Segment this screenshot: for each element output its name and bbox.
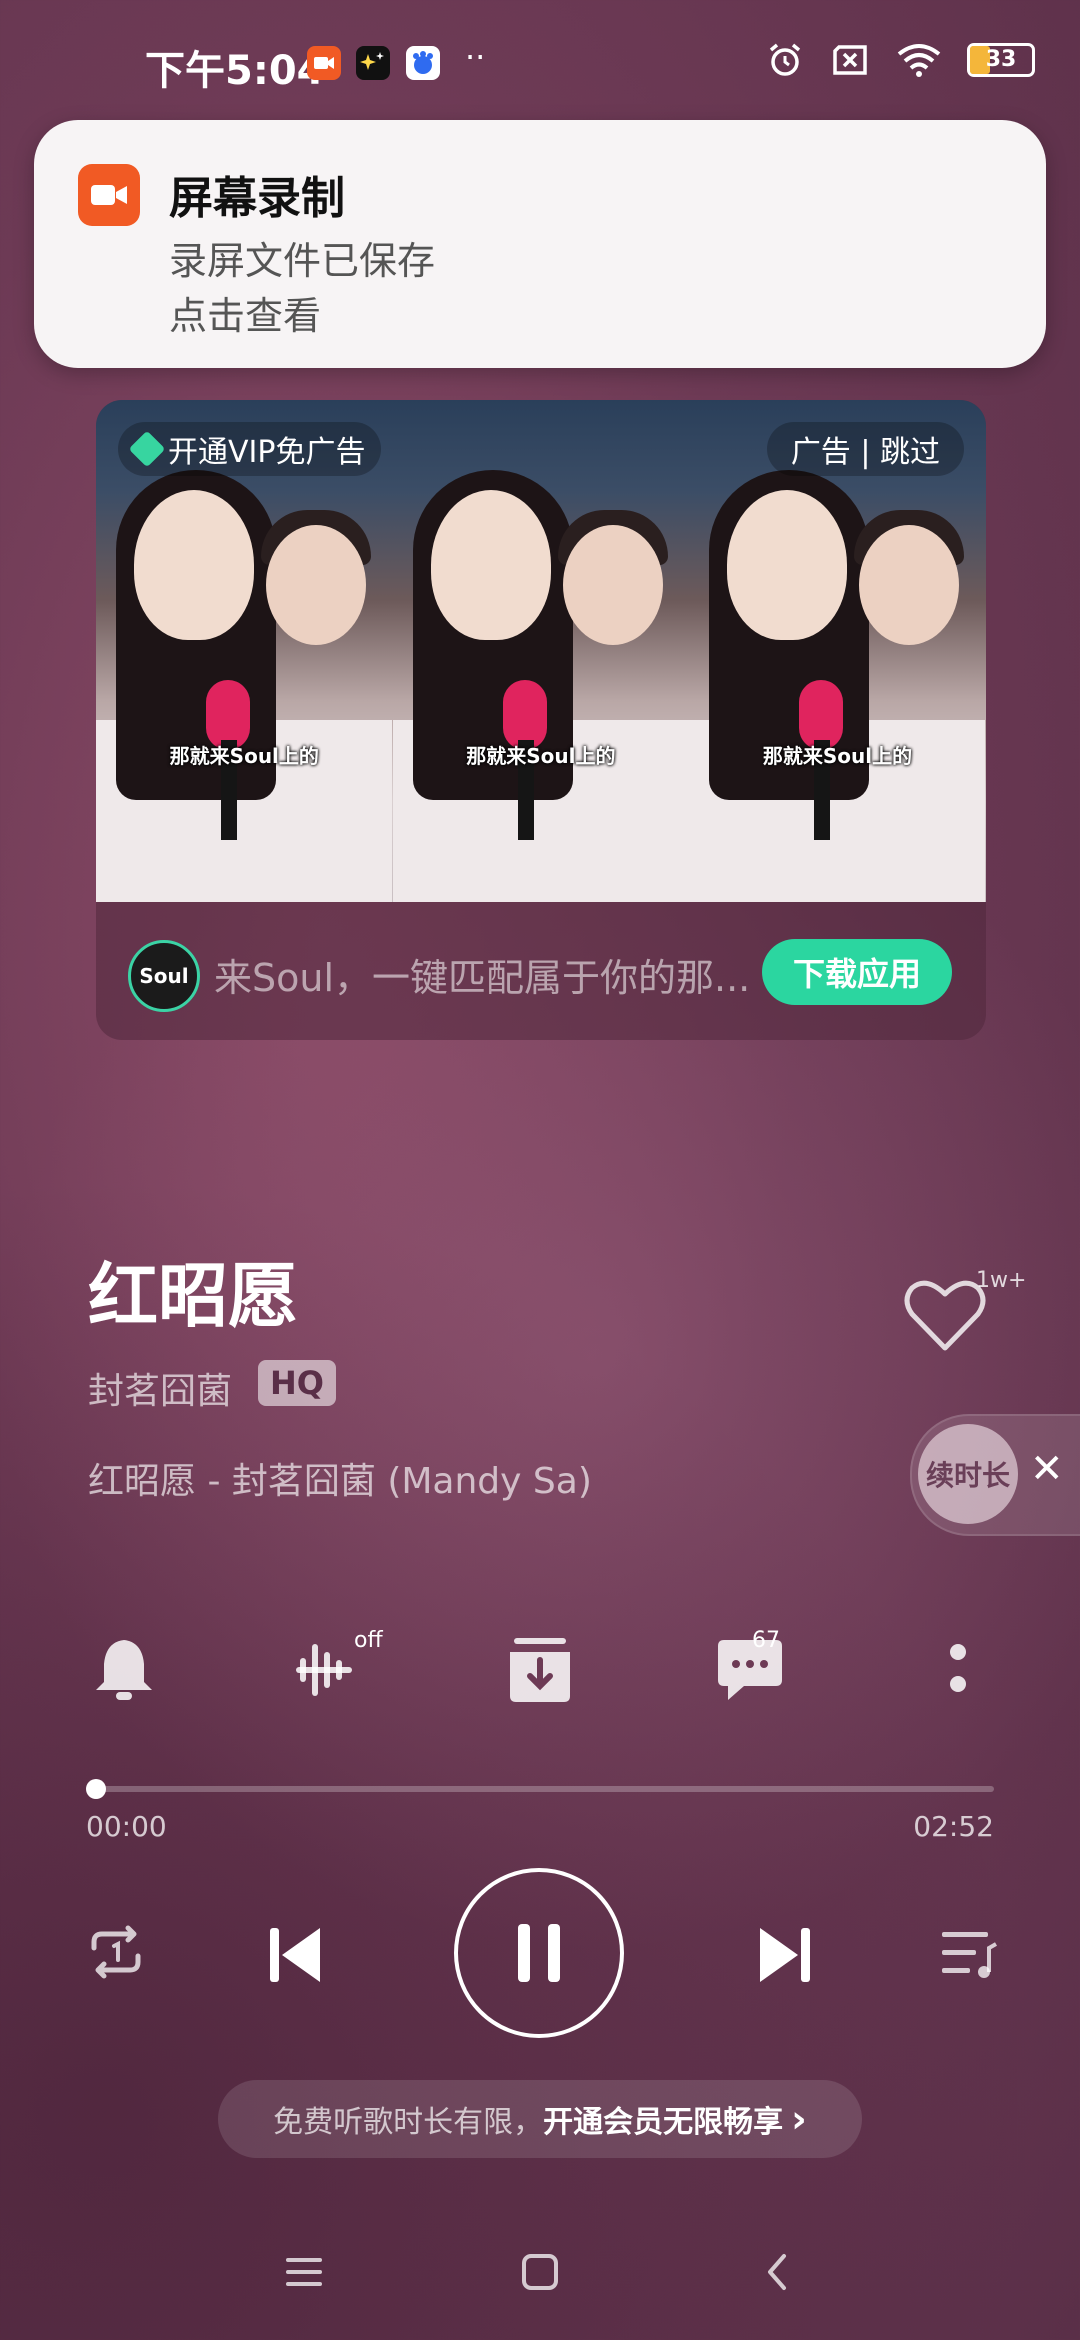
progress-bar[interactable] xyxy=(96,1786,994,1792)
notification-message: 录屏文件已保存 xyxy=(169,239,436,283)
no-sim-icon xyxy=(833,45,867,75)
ad-caption: 那就来Soul上的 xyxy=(169,744,319,768)
sound-effect-state: off xyxy=(354,1628,383,1653)
more-vertical-icon[interactable] xyxy=(918,1630,998,1710)
baidu-app-status-icon xyxy=(406,46,440,80)
comment-count: 67 xyxy=(752,1628,780,1653)
ad-skip-button[interactable]: 广告 | 跳过 xyxy=(766,422,964,476)
like-count: 1w+ xyxy=(976,1268,1027,1293)
sparkle-app-status-icon xyxy=(356,46,390,80)
bell-icon[interactable] xyxy=(84,1630,164,1710)
ad-video-frame: 那就来Soul上的 xyxy=(392,400,690,902)
ad-info-bar: Soul 来Soul，一键匹配属于你的那... 下载应用 xyxy=(96,902,986,1040)
previous-track-icon[interactable] xyxy=(262,1922,328,1988)
ad-vip-remove-button[interactable]: 开通VIP免广告 xyxy=(118,422,382,476)
status-bar: 下午5:04 ·· 33 xyxy=(0,0,1080,120)
download-icon[interactable] xyxy=(500,1630,580,1710)
vip-diamond-icon xyxy=(128,430,166,468)
ad-description: 来Soul，一键匹配属于你的那... xyxy=(214,956,751,1000)
screen-recorder-status-icon xyxy=(307,46,341,80)
status-right-icons: 33 xyxy=(765,40,1035,80)
battery-level: 33 xyxy=(985,47,1017,72)
playlist-icon[interactable] xyxy=(936,1922,1000,1986)
song-title: 红昭愿 xyxy=(88,1255,298,1337)
back-nav-icon[interactable] xyxy=(758,2252,798,2292)
vip-promo-cta: 开通会员无限畅享 xyxy=(543,2105,784,2140)
progress-thumb[interactable] xyxy=(86,1779,106,1799)
soul-logo: Soul xyxy=(128,940,200,1012)
battery-indicator: 33 xyxy=(967,43,1035,77)
next-track-icon[interactable] xyxy=(752,1922,818,1988)
home-nav-icon[interactable] xyxy=(520,2252,560,2292)
quality-badge[interactable]: HQ xyxy=(258,1360,336,1406)
ad-caption: 那就来Soul上的 xyxy=(466,744,616,768)
vip-promo-text: 免费听歌时长有限， xyxy=(273,2105,544,2140)
alarm-icon xyxy=(769,43,801,76)
wifi-icon xyxy=(897,44,941,77)
ad-card[interactable]: 那就来Soul上的 那就来Soul上的 那就来Soul上的 开通VIP免广告 广… xyxy=(96,400,986,1040)
current-time: 00:00 xyxy=(86,1810,167,1843)
ad-download-button[interactable]: 下载应用 xyxy=(762,939,952,1005)
system-navigation-bar xyxy=(0,2240,1080,2310)
status-time: 下午5:04 xyxy=(145,48,325,94)
ad-vip-label: 开通VIP免广告 xyxy=(168,435,366,470)
screen-recording-notification[interactable]: 屏幕录制 录屏文件已保存 点击查看 xyxy=(34,120,1046,368)
screen-recorder-icon xyxy=(78,164,140,226)
repeat-one-icon[interactable] xyxy=(84,1920,148,1984)
pause-icon xyxy=(518,1924,560,1982)
song-full-title: 红昭愿 - 封茗囧菌 (Mandy Sa) xyxy=(88,1461,592,1502)
menu-nav-icon[interactable] xyxy=(284,2252,324,2292)
pause-button[interactable] xyxy=(454,1868,624,2038)
notification-action-text: 点击查看 xyxy=(169,294,322,338)
notification-title: 屏幕录制 xyxy=(169,173,345,224)
extend-close-button[interactable]: ✕ xyxy=(1030,1446,1064,1492)
chevron-right-icon: › xyxy=(791,2097,807,2141)
artist-name[interactable]: 封茗囧菌 xyxy=(88,1362,232,1414)
ad-caption: 那就来Soul上的 xyxy=(762,744,913,768)
total-time: 02:52 xyxy=(913,1810,994,1843)
vip-promo-banner[interactable]: 免费听歌时长有限， 开通会员无限畅享 › xyxy=(218,2080,862,2158)
more-notifications-indicator: ·· xyxy=(465,38,486,76)
extend-time-button[interactable]: 续时长 xyxy=(918,1424,1018,1524)
